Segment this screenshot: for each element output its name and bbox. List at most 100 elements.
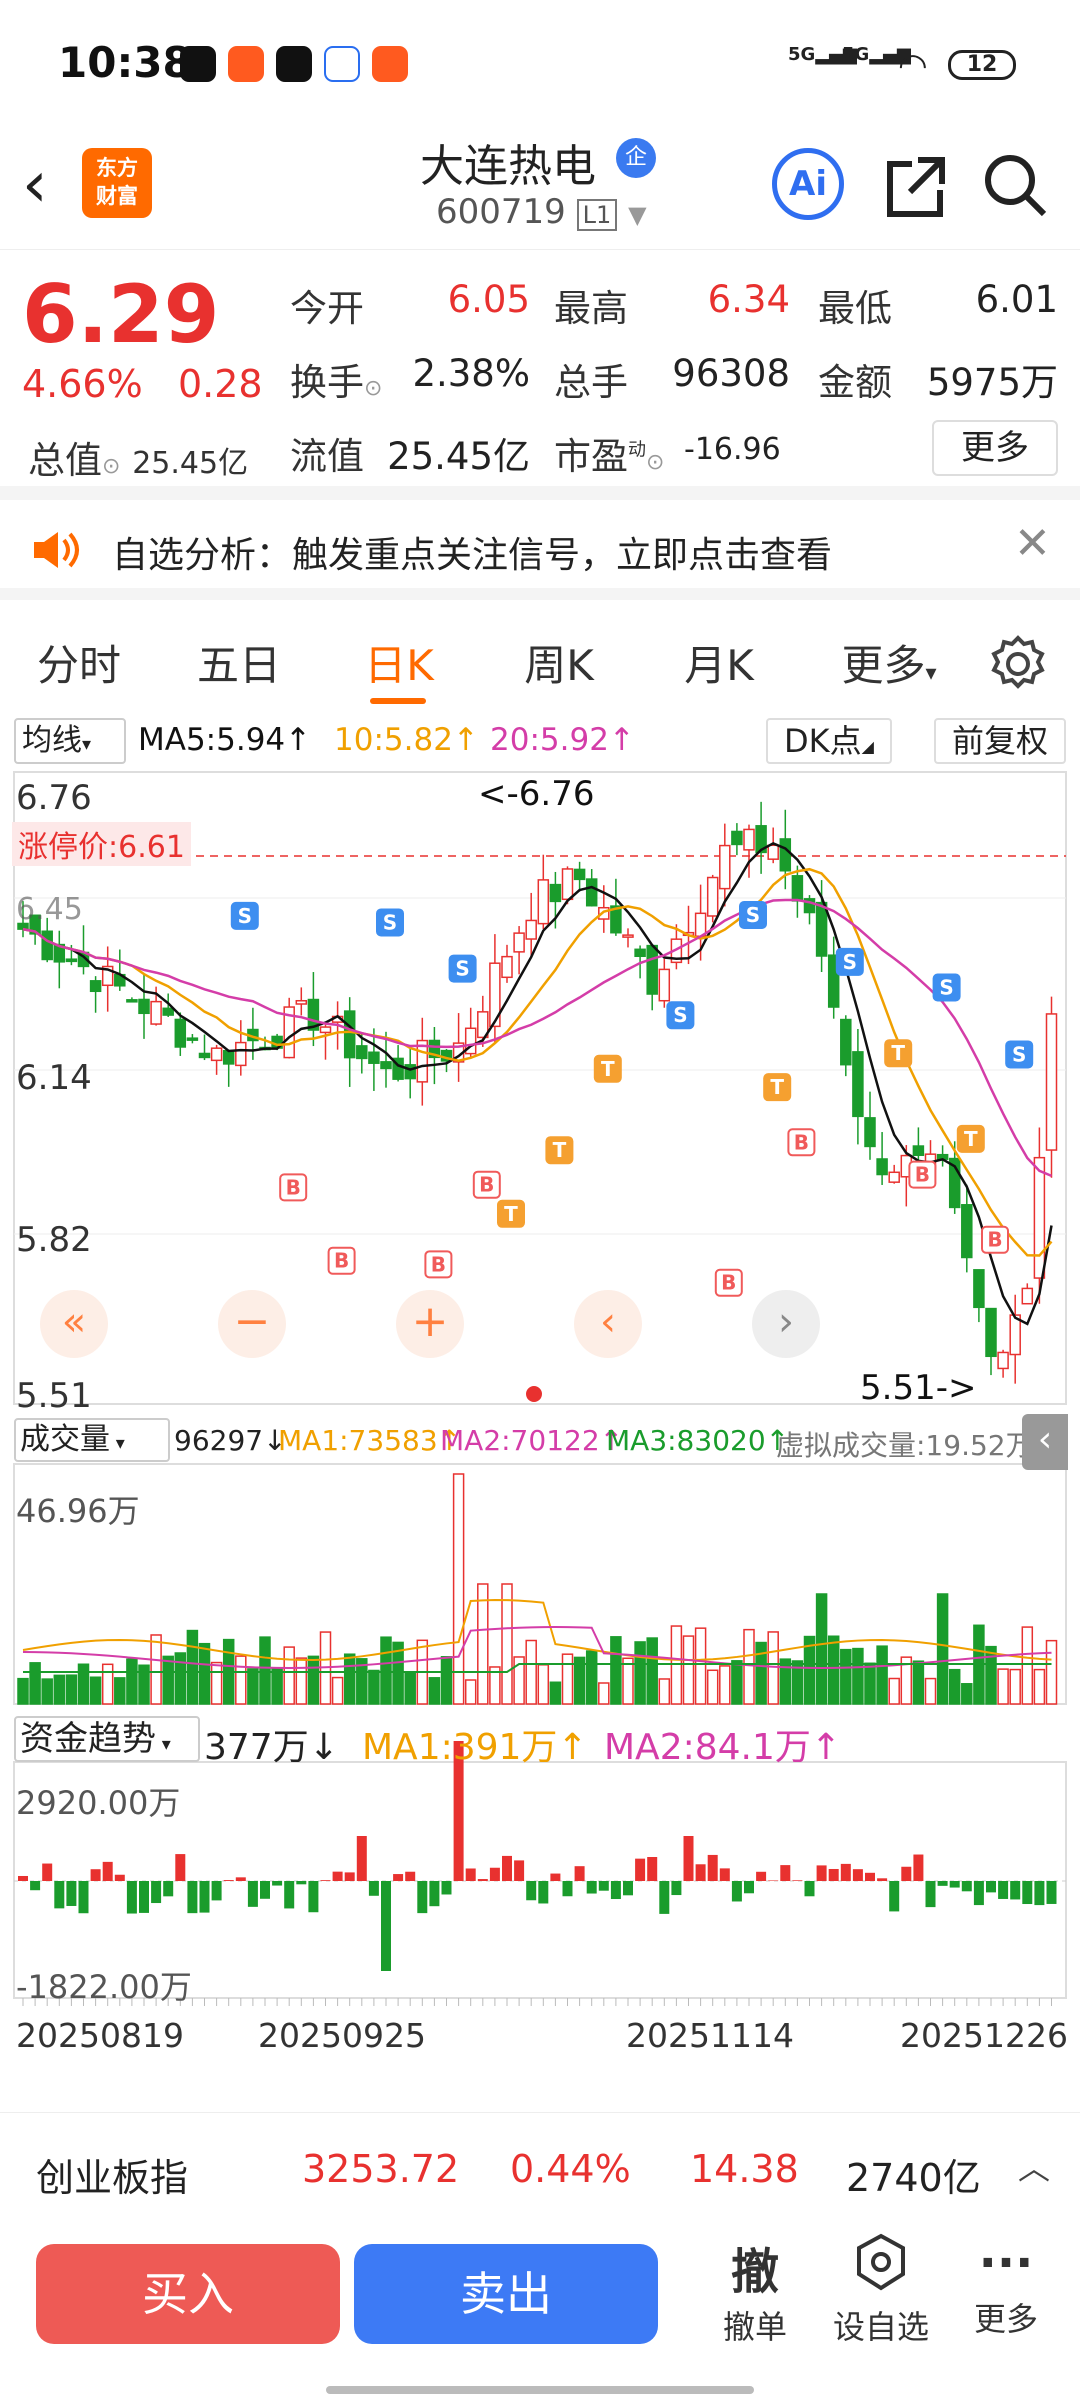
fund-bar: [405, 1871, 416, 1881]
close-icon[interactable]: ✕: [1014, 518, 1051, 569]
ma-selector[interactable]: 均线▾: [14, 718, 126, 764]
back-icon[interactable]: ‹: [22, 148, 48, 222]
signal-marker-label: S: [843, 950, 857, 974]
adjust-button[interactable]: 前复权: [934, 718, 1066, 764]
volume-bar: [936, 1593, 949, 1705]
tab-intraday[interactable]: 分时: [4, 632, 154, 693]
candle: [235, 1041, 247, 1067]
tab-5day[interactable]: 五日: [164, 632, 314, 693]
candle: [198, 1052, 211, 1059]
volume-bar: [767, 1631, 779, 1705]
tab-monthly-k[interactable]: 月K: [644, 632, 794, 693]
settings-icon[interactable]: [988, 634, 1048, 694]
volume-bar: [585, 1650, 598, 1705]
ma20-legend: 20:5.92↑: [490, 722, 635, 758]
buy-button[interactable]: 买入: [36, 2244, 340, 2344]
candle: [404, 1064, 416, 1080]
volume-bar: [852, 1647, 864, 1705]
candle: [694, 912, 707, 937]
scroll-left-fast-button[interactable]: «: [40, 1290, 108, 1358]
volume-bar: [1021, 1626, 1034, 1705]
signal-marker-label: S: [939, 975, 953, 999]
fund-bar: [1046, 1881, 1057, 1904]
add-favorite-button[interactable]: 设自选: [826, 2232, 936, 2348]
share-icon[interactable]: [880, 150, 950, 220]
fund-selector[interactable]: 资金趋势 ▾: [14, 1716, 200, 1762]
more-actions-button[interactable]: ··· 更多: [956, 2232, 1056, 2340]
fund-bar: [562, 1881, 573, 1897]
fund-bar: [151, 1881, 162, 1904]
candle: [319, 1026, 332, 1034]
volume-value: 96308: [672, 352, 790, 395]
fund-ma2: MA2:84.1万↑: [604, 1727, 842, 1768]
ai-button[interactable]: Ai: [772, 148, 844, 220]
scroll-left-button[interactable]: ‹: [574, 1290, 642, 1358]
volume-bar: [658, 1678, 671, 1705]
signal-banner[interactable]: 自选分析：触发重点关注信号，立即点击查看 ✕: [0, 500, 1080, 600]
volume-bar: [186, 1629, 199, 1705]
banner-text: 自选分析：触发重点关注信号，立即点击查看: [112, 535, 833, 576]
volume-bar: [101, 1663, 114, 1705]
kline-chart-area[interactable]: 均线▾ MA5:5.94↑ 10:5.82↑ 20:5.92↑ DK点◢ 前复权…: [0, 712, 1080, 2090]
volume-ymax: 46.96万: [16, 1492, 140, 1530]
more-quote-button[interactable]: 更多: [932, 420, 1058, 476]
candle: [368, 1051, 380, 1064]
fund-bar: [489, 1867, 500, 1881]
candle: [561, 868, 574, 901]
fund-bar: [598, 1881, 609, 1891]
chevron-up-icon[interactable]: ︿: [1018, 2143, 1050, 2189]
dk-point-button[interactable]: DK点◢: [766, 718, 892, 764]
tab-weekly-k[interactable]: 周K: [484, 632, 634, 693]
low-label: 最低: [818, 287, 892, 330]
volume-bar: [307, 1655, 320, 1705]
fund-bar: [308, 1881, 319, 1913]
signal-marker-label: B: [794, 1130, 809, 1154]
tab-more[interactable]: 更多▾: [814, 632, 964, 693]
fund-bar: [260, 1881, 270, 1899]
tab-daily-k[interactable]: 日K: [324, 632, 474, 693]
last-price: 6.29: [22, 268, 220, 361]
volume-bar: [743, 1628, 755, 1705]
volume-bar: [985, 1645, 997, 1705]
fund-bar: [731, 1881, 742, 1902]
volume-selector[interactable]: 成交量 ▾: [14, 1418, 170, 1462]
candle: [743, 828, 755, 851]
scroll-right-button[interactable]: ›: [752, 1290, 820, 1358]
app-logo[interactable]: 东方 财富: [82, 148, 152, 218]
fund-bar: [344, 1872, 355, 1881]
y-mid2-label: 5.82: [16, 1220, 92, 1260]
volume-bar: [477, 1583, 489, 1705]
volume-bar: [380, 1636, 392, 1705]
candle: [779, 838, 792, 872]
turnover-value: 2.38%: [412, 352, 530, 395]
search-icon[interactable]: [980, 150, 1050, 220]
volume-bar: [888, 1677, 900, 1705]
fund-bar: [477, 1879, 488, 1881]
volume-bar: [65, 1674, 78, 1705]
zoom-out-button[interactable]: −: [218, 1290, 286, 1358]
collapse-panel-button[interactable]: ‹: [1022, 1414, 1068, 1470]
amount-label: 金额: [818, 361, 892, 404]
cancel-order-button[interactable]: 撤撤单: [700, 2232, 810, 2348]
fund-bar: [284, 1881, 295, 1909]
index-ticker[interactable]: 创业板指 3253.72 0.44% 14.38 2740亿 ︿: [0, 2112, 1080, 2222]
wifi-icon: ◠: [898, 46, 928, 86]
volume-bar: [404, 1671, 416, 1705]
candle: [573, 868, 586, 881]
candle: [549, 883, 562, 903]
volume-bar: [840, 1648, 852, 1705]
fund-bar: [247, 1881, 258, 1907]
volume-bar: [694, 1627, 707, 1705]
candle: [65, 958, 78, 963]
sell-button[interactable]: 卖出: [354, 2244, 658, 2344]
volume-bar: [247, 1668, 259, 1705]
fund-bar: [973, 1881, 984, 1906]
signal-marker-label: B: [479, 1173, 494, 1197]
volume-bar: [126, 1658, 138, 1705]
candle: [646, 944, 658, 995]
signal-marker-label: S: [746, 903, 760, 927]
fund-bar: [126, 1881, 137, 1914]
zoom-in-button[interactable]: +: [396, 1290, 464, 1358]
stock-code[interactable]: 600719 L1 ▼: [436, 192, 647, 232]
candle: [585, 878, 598, 907]
